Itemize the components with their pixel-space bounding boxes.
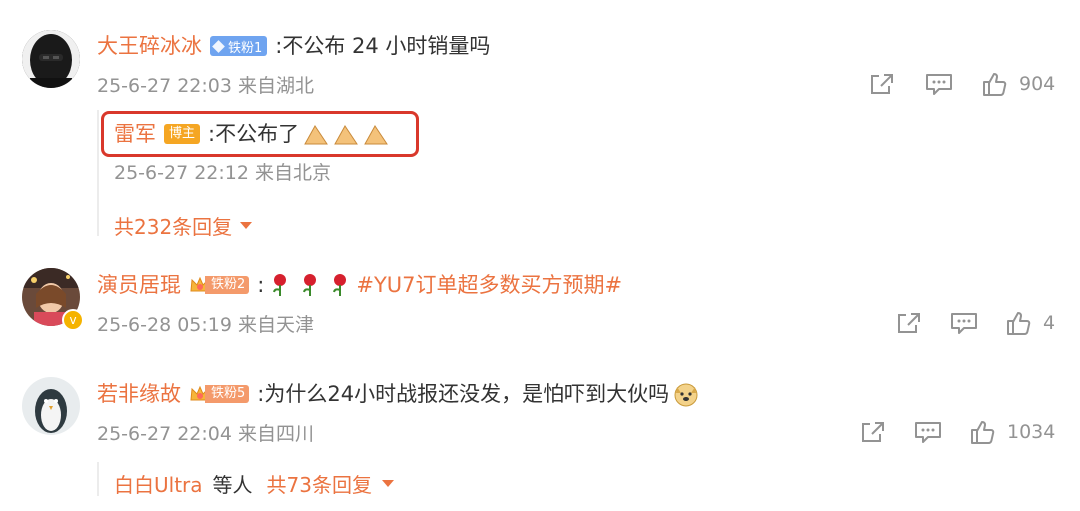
username[interactable]: 大王碎冰冰	[97, 33, 202, 59]
share-icon[interactable]	[869, 72, 895, 96]
like-icon[interactable]	[981, 71, 1007, 97]
comment-icon[interactable]	[925, 72, 953, 96]
reply-summary: 白白Ultra 等人 共73条回复	[114, 469, 394, 498]
diamond-icon	[212, 39, 225, 53]
comment-actions: 904	[869, 71, 1055, 97]
dog-face-icon	[673, 381, 699, 407]
fan-badge[interactable]: 铁粉5	[189, 384, 250, 404]
share-icon[interactable]	[896, 311, 922, 335]
comment-meta: 25-6-27 22:04 来自四川	[97, 423, 314, 445]
caret-down-icon	[240, 222, 253, 229]
comment-meta: 25-6-27 22:03 来自湖北	[97, 75, 314, 97]
reply-thread-line	[97, 110, 99, 236]
more-replies-link[interactable]: 共73条回复	[267, 469, 372, 498]
verified-icon: v	[62, 309, 84, 331]
comment-text: :不公布 24 小时销量吗	[275, 34, 491, 58]
comment-icon[interactable]	[914, 420, 942, 444]
like-icon[interactable]	[969, 419, 995, 445]
username[interactable]: 演员居琨	[97, 272, 181, 298]
like-count: 904	[1019, 73, 1056, 95]
avatar[interactable]	[22, 377, 80, 435]
comment-text: : #YU7订单超多数买方预期#	[257, 272, 623, 298]
comment-meta: 25-6-28 05:19 来自天津	[97, 314, 314, 336]
more-replies-link[interactable]: 共232条回复	[114, 211, 253, 240]
reply-text: :不公布了	[208, 121, 391, 147]
share-icon[interactable]	[860, 420, 886, 444]
reply-meta: 25-6-27 22:12 来自北京	[114, 162, 331, 184]
comment-icon[interactable]	[950, 311, 978, 335]
like-count: 1034	[1007, 421, 1056, 443]
like-count: 4	[1043, 312, 1056, 334]
reply-username[interactable]: 雷军	[114, 121, 156, 147]
comment-text: :为什么24小时战报还没发，是怕吓到大伙吗	[257, 381, 699, 407]
comment-actions: 4	[896, 310, 1055, 336]
fan-badge[interactable]: 铁粉2	[189, 275, 250, 295]
rose-icon	[270, 273, 354, 297]
caret-down-icon	[381, 480, 394, 487]
blogger-badge: 博主	[164, 124, 201, 144]
comment-actions: 1034	[860, 419, 1055, 445]
hashtag-link[interactable]: #YU7订单超多数买方预期#	[356, 272, 622, 298]
reply-thread-line	[97, 462, 99, 496]
like-icon[interactable]	[1005, 310, 1031, 336]
reply-users-link[interactable]: 白白Ultra	[114, 469, 203, 498]
praying-hands-icon	[301, 122, 391, 146]
username[interactable]: 若非缘故	[97, 381, 181, 407]
avatar[interactable]	[22, 30, 80, 88]
fan-badge[interactable]: 铁粉1	[210, 36, 268, 56]
